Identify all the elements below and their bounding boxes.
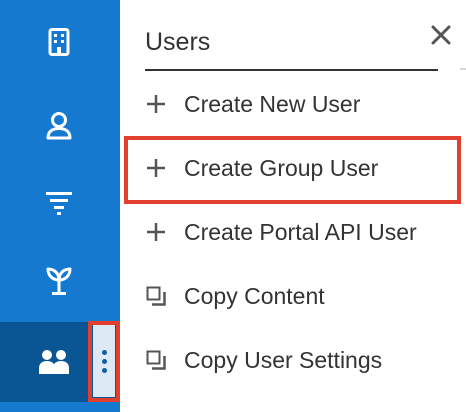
plus-icon — [146, 94, 166, 114]
menu-item-create-portal-api-user[interactable]: Create Portal API User — [140, 204, 466, 260]
menu-item-label: Create Portal API User — [184, 218, 417, 245]
divider — [145, 69, 438, 71]
users-icon — [32, 340, 76, 384]
sidebar-item-growth[interactable] — [0, 248, 120, 312]
plus-icon — [146, 222, 166, 242]
close-icon — [431, 25, 451, 50]
building-icon — [37, 20, 81, 64]
menu-item-label: Create New User — [184, 90, 361, 117]
menu-item-label: Copy Content — [184, 282, 325, 309]
sidebar-item-accounts[interactable] — [0, 10, 120, 74]
menu-item-copy-user-settings[interactable]: Copy User Settings — [140, 332, 466, 388]
highlight-annotation — [88, 321, 120, 402]
more-actions-button[interactable] — [88, 321, 120, 402]
copy-icon — [146, 286, 166, 306]
menu-item-create-new-user[interactable]: Create New User — [140, 76, 466, 132]
sidebar-item-filter[interactable] — [0, 170, 120, 234]
copy-icon — [146, 350, 166, 370]
users-dropdown-menu: Users Create New User Create Group User … — [120, 0, 466, 412]
close-button[interactable] — [426, 22, 456, 52]
menu-item-label: Copy User Settings — [184, 346, 383, 373]
menu-item-copy-content[interactable]: Copy Content — [140, 268, 466, 324]
person-icon — [37, 104, 81, 148]
menu-title: Users — [145, 28, 211, 56]
background-edge — [460, 68, 466, 70]
highlight-annotation — [124, 136, 461, 204]
filter-icon — [37, 180, 81, 224]
sprout-icon — [37, 258, 81, 302]
sidebar-item-contacts[interactable] — [0, 94, 120, 158]
